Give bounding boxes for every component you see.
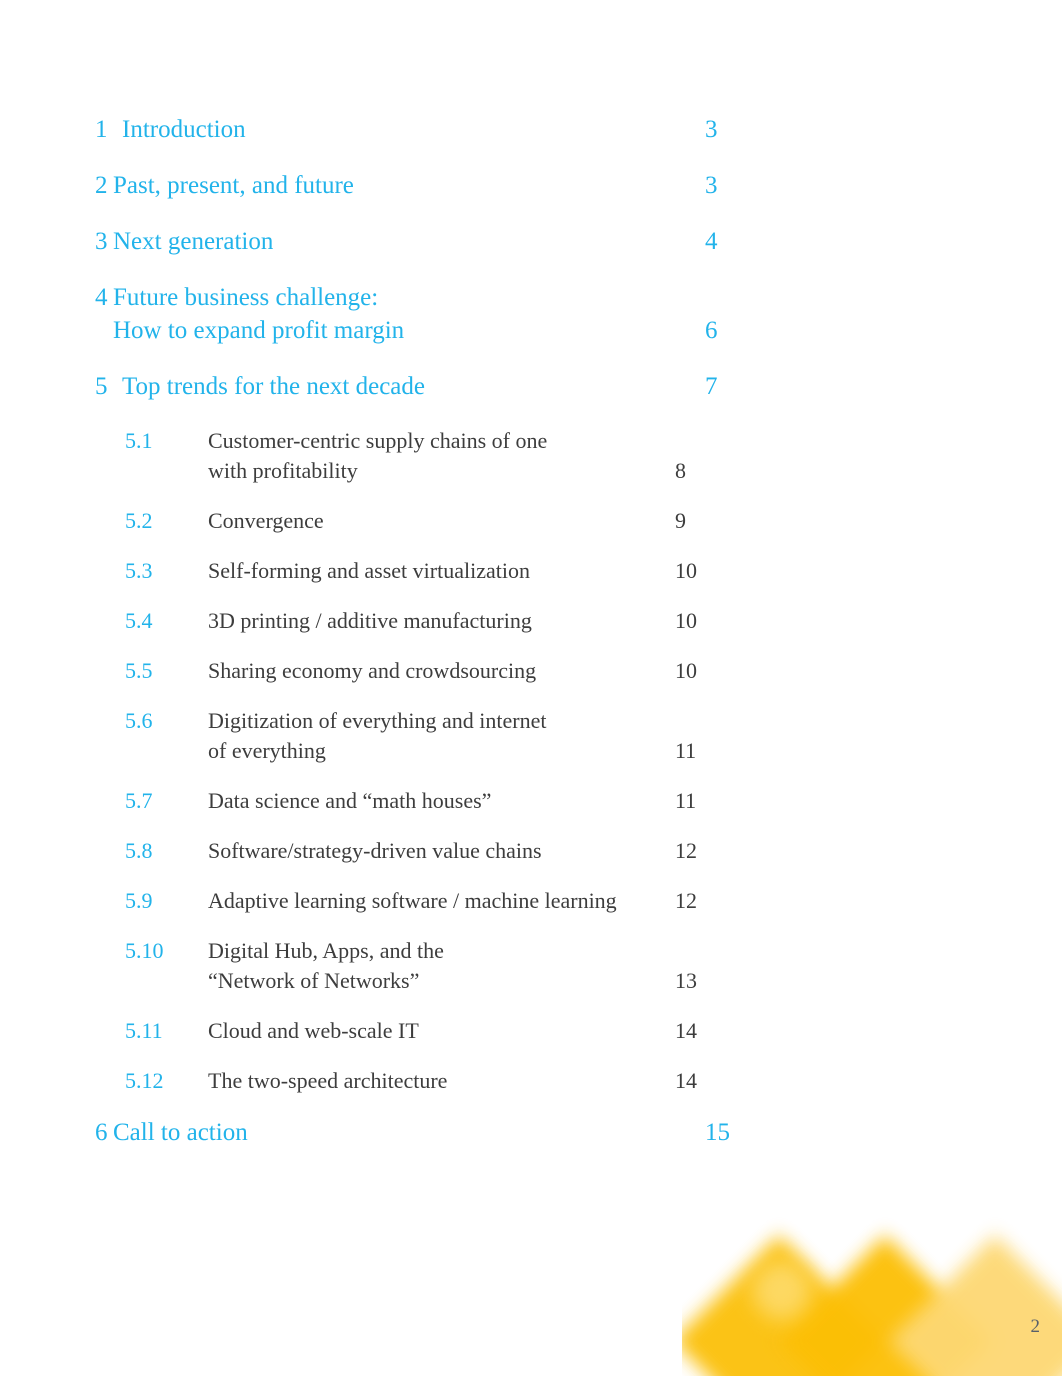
toc-entry-number: 1 — [95, 116, 108, 143]
toc-entry[interactable]: 4 Future business challenge: How to expan… — [95, 281, 775, 347]
toc-entry-page-number: 6 — [705, 317, 718, 344]
table-of-contents: 1 Introduction 3 2 Past, present, and future… — [95, 113, 775, 1172]
toc-entry-title: Future business challenge: How to expand… — [113, 284, 405, 344]
toc-entry-number: 5.7 — [125, 788, 153, 813]
toc-entry-number: 5.10 — [125, 938, 164, 963]
toc-entry[interactable]: 5.12 The two-speed architecture 14 — [95, 1066, 775, 1096]
toc-entry-page-number: 11 — [675, 738, 697, 763]
toc-entry-page-number: 12 — [675, 888, 697, 913]
toc-entry-page-number: 8 — [675, 458, 686, 483]
toc-entry[interactable]: 5.1 Customer-centric supply chains of one… — [95, 426, 775, 486]
toc-entry[interactable]: 1 Introduction 3 — [95, 113, 775, 146]
toc-entry[interactable]: 5.8 Software/strategy-driven value chains… — [95, 836, 775, 866]
toc-entry[interactable]: 5.11 Cloud and web-scale IT 14 — [95, 1016, 775, 1046]
toc-entry-number: 5.2 — [125, 508, 153, 533]
toc-entry[interactable]: 5.2 Convergence 9 — [95, 506, 775, 536]
toc-entry-page-number: 10 — [675, 658, 697, 683]
logo-highlight — [742, 1251, 821, 1330]
logo-diamond-right — [888, 1234, 1062, 1376]
toc-entry[interactable]: 5.7 Data science and “math houses” 11 — [95, 786, 775, 816]
toc-entry-number: 5.12 — [125, 1068, 164, 1093]
toc-entry[interactable]: 5 Top trends for the next decade 7 — [95, 370, 775, 403]
page-number: 2 — [1030, 1316, 1041, 1337]
decorative-chevron-logo — [682, 1156, 1062, 1376]
toc-entry-title: Top trends for the next decade — [122, 373, 425, 400]
toc-entry-page-number: 3 — [705, 116, 718, 143]
toc-entry-number: 5.11 — [125, 1018, 163, 1043]
toc-entry-page-number: 15 — [705, 1119, 730, 1146]
toc-entry[interactable]: 5.10 Digital Hub, Apps, and the “Network … — [95, 936, 775, 996]
toc-entry[interactable]: 5.5 Sharing economy and crowdsourcing 10 — [95, 656, 775, 686]
toc-entry-page-number: 14 — [675, 1018, 697, 1043]
toc-entry[interactable]: 3 Next generation 4 — [95, 225, 775, 258]
toc-entry-number: 3 — [95, 228, 108, 255]
toc-entry-number: 5.5 — [125, 658, 153, 683]
toc-entry-number: 6 — [95, 1119, 108, 1146]
toc-entry-title: Past, present, and future — [113, 172, 354, 199]
toc-entry-page-number: 10 — [675, 608, 697, 633]
logo-diamond-center — [778, 1234, 992, 1376]
toc-entry-page-number: 12 — [675, 838, 697, 863]
toc-entry-page-number: 7 — [705, 373, 718, 400]
toc-entry[interactable]: 5.6 Digitization of everything and intern… — [95, 706, 775, 766]
toc-entry-page-number: 9 — [675, 508, 686, 533]
toc-entry-number: 5 — [95, 373, 108, 400]
toc-entry[interactable]: 5.3 Self-forming and asset virtualization… — [95, 556, 775, 586]
toc-entry-number: 5.4 — [125, 608, 153, 633]
toc-entry-page-number: 3 — [705, 172, 718, 199]
toc-entry-number: 5.3 — [125, 558, 153, 583]
toc-entry-page-number: 13 — [675, 968, 697, 993]
toc-entry-number: 5.9 — [125, 888, 153, 913]
toc-entry[interactable]: 2 Past, present, and future 3 — [95, 169, 775, 202]
toc-entry-number: 5.8 — [125, 838, 153, 863]
toc-entry-title: Next generation — [113, 228, 274, 255]
toc-entry[interactable]: 5.9 Adaptive learning software / machine … — [95, 886, 775, 916]
logo-diamond-left — [682, 1234, 886, 1376]
toc-entry-number: 5.6 — [125, 708, 153, 733]
toc-entry-page-number: 4 — [705, 228, 718, 255]
toc-entry-number: 4 — [95, 284, 108, 311]
toc-entry-page-number: 10 — [675, 558, 697, 583]
toc-entry-page-number: 11 — [675, 788, 697, 813]
toc-entry-page-number: 14 — [675, 1068, 697, 1093]
document-page: 1 Introduction 3 2 Past, present, and future… — [0, 0, 1062, 1376]
toc-entry-title: Call to action — [113, 1119, 248, 1146]
toc-entry[interactable]: 5.4 3D printing / additive manufacturing 1… — [95, 606, 775, 636]
toc-entry-title: Introduction — [122, 116, 246, 143]
toc-entry-number: 2 — [95, 172, 108, 199]
toc-entry-number: 5.1 — [125, 428, 153, 453]
toc-entry[interactable]: 6 Call to action 15 — [95, 1116, 775, 1149]
